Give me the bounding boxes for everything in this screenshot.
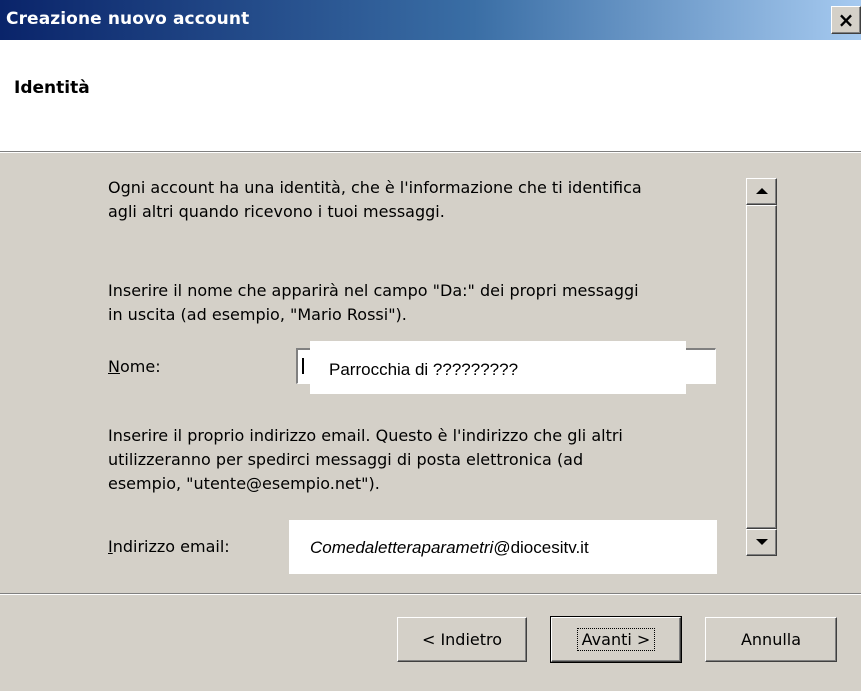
identity-description-line2: agli altri quando ricevono i tuoi messag…: [108, 202, 445, 221]
name-label-text: ome:: [119, 357, 161, 376]
email-label: Indirizzo email:: [108, 537, 230, 556]
name-value: Parrocchia di ?????????: [329, 360, 519, 379]
next-button-label: Avanti >: [576, 628, 656, 651]
email-value-domain: @diocesitv.it: [493, 538, 589, 557]
name-instructions-line1: Inserire il nome che apparirà nel campo …: [108, 281, 639, 300]
identity-description-line1: Ogni account ha una identità, che è l'in…: [108, 178, 642, 197]
triangle-up-icon: [756, 188, 768, 194]
window-title: Creazione nuovo account: [6, 9, 250, 29]
title-bar[interactable]: Creazione nuovo account ×: [0, 0, 861, 40]
email-value-local-part: Comedaletteraparametri: [310, 538, 494, 557]
close-icon: ×: [837, 8, 855, 32]
name-instructions-line2: in uscita (ad esempio, "Mario Rossi").: [108, 305, 407, 324]
email-instructions-line1: Inserire il proprio indirizzo email. Que…: [108, 426, 623, 445]
footer-divider: [0, 593, 861, 595]
vertical-scrollbar[interactable]: [746, 178, 777, 556]
email-label-text: ndirizzo email:: [112, 537, 230, 556]
email-value: Comedaletteraparametri@diocesitv.it: [310, 538, 589, 558]
name-instructions: Inserire il nome che apparirà nel campo …: [108, 279, 639, 327]
close-button[interactable]: ×: [831, 6, 861, 34]
email-instructions-line2: utilizzeranno per spedirci messaggi di p…: [108, 450, 584, 469]
email-instructions: Inserire il proprio indirizzo email. Que…: [108, 424, 623, 496]
identity-description: Ogni account ha una identità, che è l'in…: [108, 176, 642, 224]
name-label-accesskey: N: [108, 357, 120, 376]
email-instructions-line3: esempio, "utente@esempio.net").: [108, 474, 380, 493]
header-divider: [0, 151, 861, 153]
scroll-up-button[interactable]: [746, 178, 777, 205]
cancel-button[interactable]: Annulla: [705, 617, 837, 662]
back-button-label: < Indietro: [421, 630, 503, 649]
scrollbar-thumb[interactable]: [746, 205, 777, 529]
back-button[interactable]: < Indietro: [397, 617, 527, 662]
cancel-button-label: Annulla: [740, 630, 802, 649]
scroll-down-button[interactable]: [746, 529, 777, 556]
next-button[interactable]: Avanti >: [550, 616, 682, 663]
name-label: Nome:: [108, 357, 161, 376]
triangle-down-icon: [756, 539, 768, 545]
page-title: Identità: [14, 78, 90, 98]
account-wizard-window: Creazione nuovo account × Identità Ogni …: [0, 0, 861, 691]
wizard-header: Identità: [0, 40, 861, 151]
name-field-caret: [302, 358, 304, 374]
